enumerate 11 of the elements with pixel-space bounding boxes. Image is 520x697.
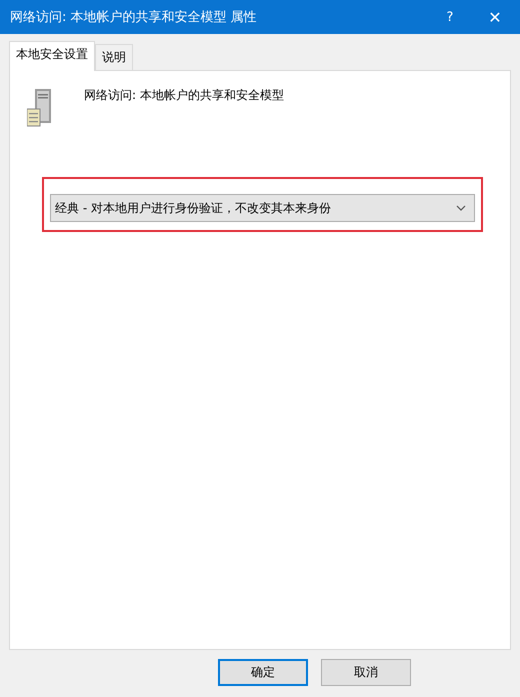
tab[interactable]: 本地安全设置 xyxy=(9,41,95,71)
tab[interactable]: 说明 xyxy=(95,44,133,70)
policy-title: 网络访问: 本地帐户的共享和安全模型 xyxy=(84,87,284,104)
ok-button[interactable]: 确定 xyxy=(218,659,308,686)
close-button[interactable]: ✕ xyxy=(470,0,520,34)
dropdown[interactable]: 经典 - 对本地用户进行身份验证，不改变其本来身份 xyxy=(50,194,475,222)
chevron-icon xyxy=(456,205,466,211)
server-icon xyxy=(27,89,53,127)
cancel-button[interactable]: 取消 xyxy=(321,659,411,686)
window-title: 网络访问: 本地帐户的共享和安全模型 属性 xyxy=(10,9,258,26)
help-button[interactable]: ? xyxy=(430,0,470,34)
